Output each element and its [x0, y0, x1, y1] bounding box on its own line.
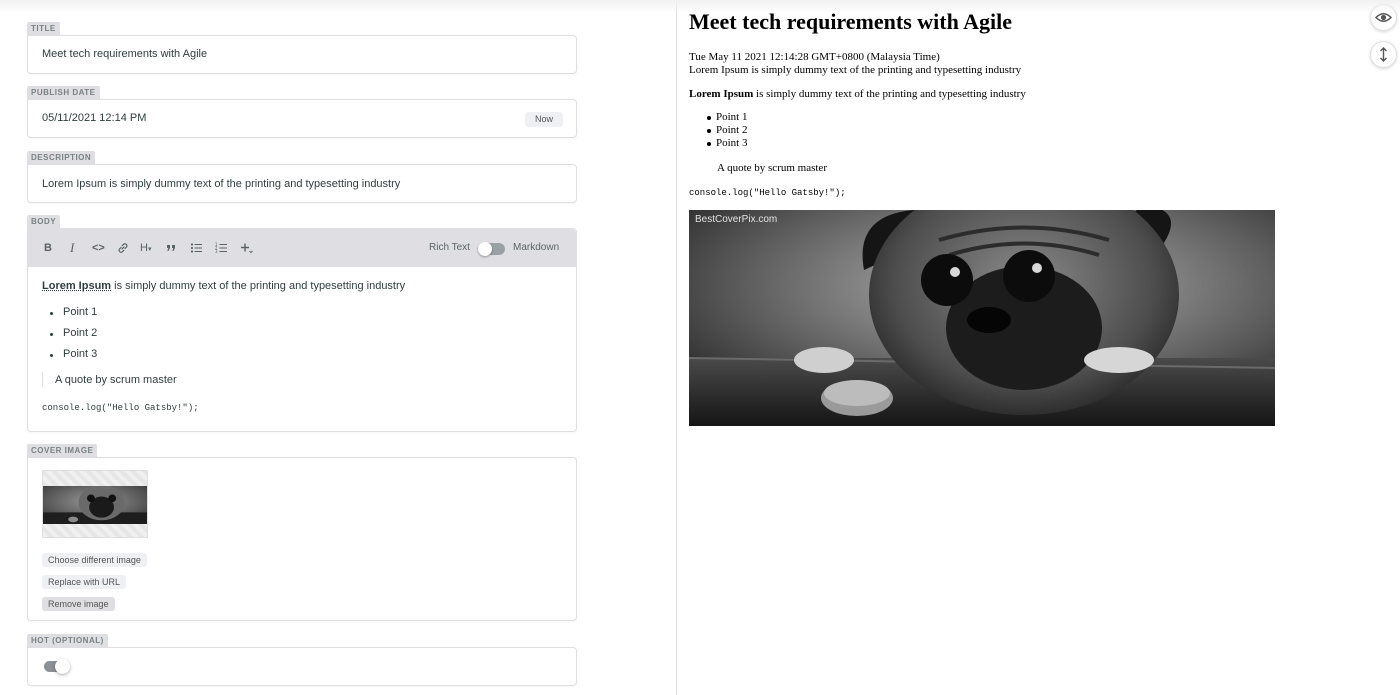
blockquote[interactable]: A quote by scrum master [55, 374, 177, 386]
preview-pane: Meet tech requirements with Agile Tue Ma… [678, 0, 1400, 695]
bullet-dot [50, 354, 53, 357]
cover-image-thumbnail-photo [43, 486, 147, 524]
pug-photo [689, 210, 1275, 426]
preview-code-block: console.log("Hello Gatsby!"); [689, 188, 846, 198]
quote-icon[interactable] [165, 241, 177, 259]
svg-text:3: 3 [215, 249, 218, 254]
hot-toggle-knob[interactable] [55, 659, 70, 674]
preview-cover-image: BestCoverPix.com [689, 210, 1275, 426]
image-watermark: BestCoverPix.com [695, 214, 778, 225]
cover-image-field: Choose different image Replace with URL … [27, 457, 577, 621]
bulleted-list-icon[interactable] [190, 241, 203, 259]
editor-pane: TITLE Meet tech requirements with Agile … [0, 0, 677, 695]
heading-button[interactable]: H▾ [140, 241, 151, 255]
cover-image-thumbnail [42, 470, 148, 538]
bullet-dot [50, 312, 53, 315]
italic-button[interactable]: I [70, 241, 74, 255]
link-icon[interactable] [117, 241, 129, 259]
preview-toggle-button[interactable] [1370, 4, 1397, 31]
markdown-label: Markdown [513, 242, 560, 253]
replace-with-url-button[interactable]: Replace with URL [42, 575, 127, 589]
body-editor[interactable]: B I <> H▾ 123 Rich Text Markdown Lorem I… [27, 228, 577, 432]
numbered-list-icon[interactable]: 123 [215, 241, 228, 259]
heading-button-label: H [140, 242, 148, 254]
preview-bullet-dot [707, 142, 711, 146]
publish-date-value[interactable]: 05/11/2021 12:14 PM [42, 112, 146, 124]
bullet-dot [50, 333, 53, 336]
hot-label: HOT (OPTIONAL) [27, 634, 108, 647]
heading-dropdown-icon: ▾ [147, 246, 152, 253]
preview-list-item: Point 2 [716, 124, 748, 136]
body-toolbar: B I <> H▾ 123 Rich Text Markdown [28, 229, 576, 267]
preview-paragraph: Lorem Ipsum is simply dummy text of the … [689, 88, 1026, 100]
body-paragraph[interactable]: Lorem Ipsum is simply dummy text of the … [42, 280, 405, 292]
now-button[interactable]: Now [524, 112, 563, 127]
list-item[interactable]: Point 3 [63, 348, 97, 360]
list-item[interactable]: Point 2 [63, 327, 97, 339]
description-label: DESCRIPTION [27, 151, 96, 164]
preview-paragraph-text: is simply dummy text of the printing and… [753, 88, 1026, 100]
preview-paragraph-bold: Lorem Ipsum [689, 88, 754, 100]
body-paragraph-bold: Lorem Ipsum [42, 280, 112, 292]
preview-bullet-dot [707, 129, 711, 133]
cover-image-label: COVER IMAGE [27, 444, 98, 457]
scroll-sync-button[interactable] [1370, 41, 1397, 68]
rich-text-label: Rich Text [429, 242, 470, 253]
publish-date-field[interactable]: 05/11/2021 12:14 PM Now [27, 99, 577, 138]
preview-list-item: Point 3 [716, 137, 748, 149]
scroll-sync-icon [1380, 47, 1387, 62]
preview-bullet-dot [707, 116, 711, 120]
publish-date-label: PUBLISH DATE [27, 86, 100, 99]
choose-different-image-button[interactable]: Choose different image [42, 553, 147, 567]
code-button[interactable]: <> [92, 241, 105, 255]
body-paragraph-text: is simply dummy text of the printing and… [111, 280, 406, 292]
remove-image-button[interactable]: Remove image [42, 597, 115, 611]
title-label: TITLE [27, 22, 60, 35]
preview-blockquote: A quote by scrum master [717, 162, 827, 174]
quote-bar [42, 372, 43, 387]
description-value[interactable]: Lorem Ipsum is simply dummy text of the … [42, 178, 400, 190]
bold-button[interactable]: B [44, 241, 52, 255]
list-item[interactable]: Point 1 [63, 306, 97, 318]
preview-description: Lorem Ipsum is simply dummy text of the … [689, 64, 1022, 76]
add-component-icon[interactable] [240, 241, 253, 259]
title-input-value[interactable]: Meet tech requirements with Agile [42, 48, 207, 60]
hot-field [27, 647, 577, 686]
title-field[interactable]: Meet tech requirements with Agile [27, 35, 577, 74]
mode-toggle-knob[interactable] [478, 242, 492, 256]
eye-icon [1374, 13, 1393, 22]
description-field[interactable]: Lorem Ipsum is simply dummy text of the … [27, 164, 577, 203]
preview-list-item: Point 1 [716, 111, 748, 123]
preview-title: Meet tech requirements with Agile [689, 9, 1012, 34]
code-block[interactable]: console.log("Hello Gatsby!"); [42, 403, 199, 413]
body-label: BODY [27, 215, 61, 228]
preview-date: Tue May 11 2021 12:14:28 GMT+0800 (Malay… [689, 51, 940, 63]
